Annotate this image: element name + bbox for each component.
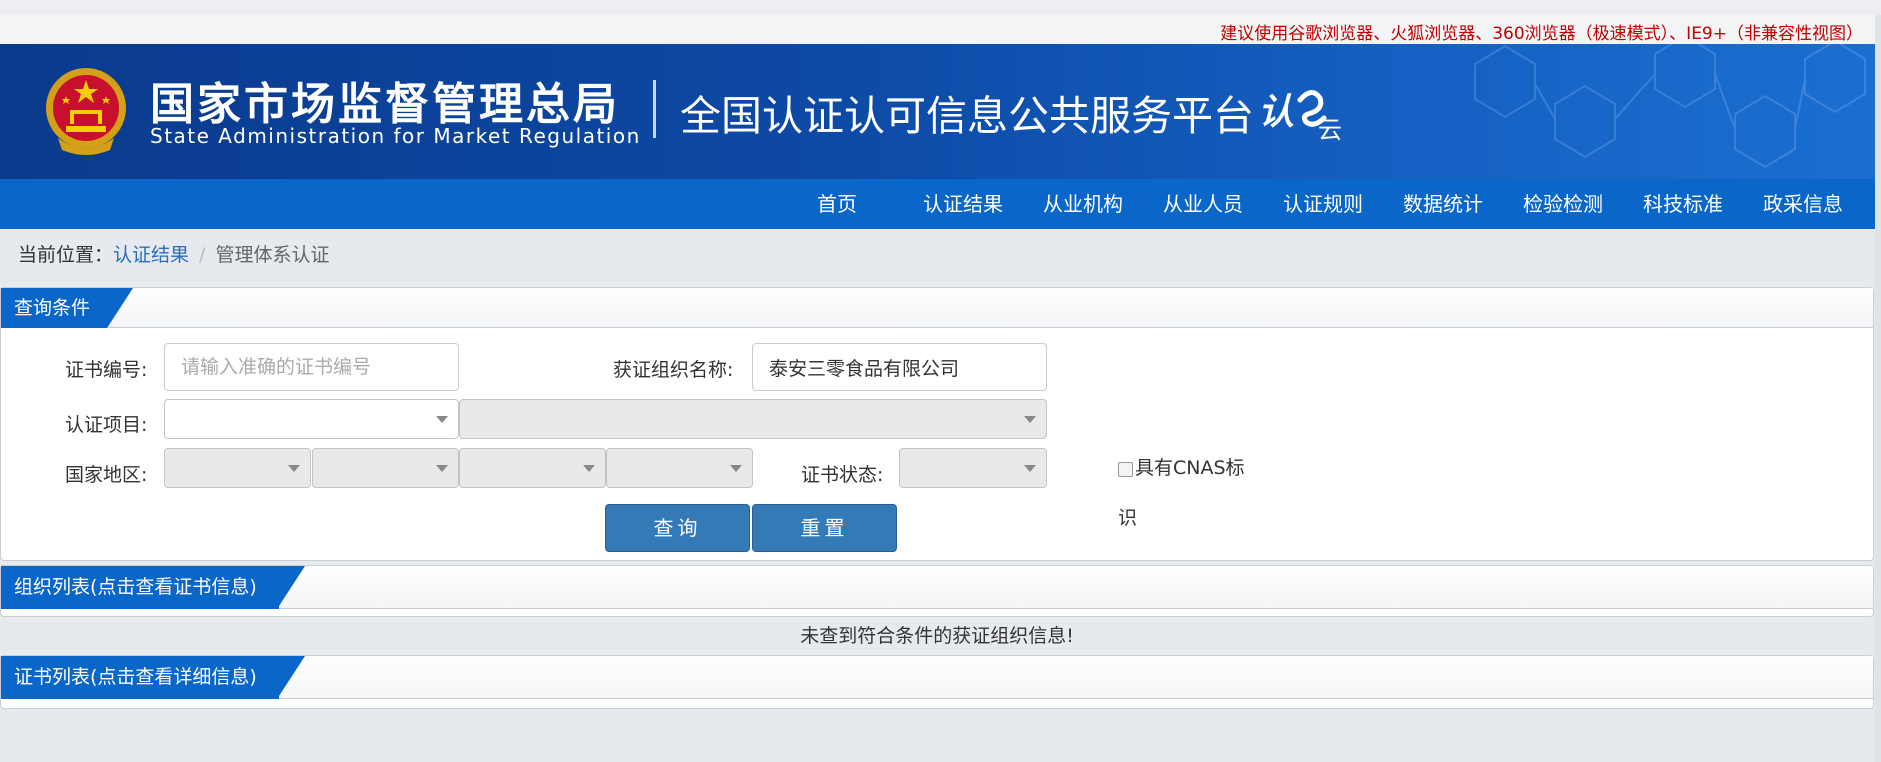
org-list-panel: 组织列表(点击查看证书信息) <box>0 565 1874 617</box>
breadcrumb: 当前位置：认证结果 / 管理体系认证 <box>18 240 329 267</box>
region-country-select[interactable] <box>164 448 311 488</box>
status-select[interactable] <box>899 448 1047 488</box>
nav-cert-results[interactable]: 认证结果 <box>903 179 1023 229</box>
cert-no-input[interactable] <box>164 343 459 391</box>
platform-title: 全国认证认可信息公共服务平台 <box>680 92 1254 140</box>
cert-list-header: 证书列表(点击查看详细信息) <box>1 656 1873 699</box>
main-nav: 首页 认证结果 从业机构 从业人员 认证规则 数据统计 检验检测 科技标准 政采… <box>0 179 1875 229</box>
chevron-down-icon <box>288 465 300 472</box>
nav-statistics[interactable]: 数据统计 <box>1383 179 1503 229</box>
region-label: 国家地区: <box>65 464 148 486</box>
org-name-chinese: 国家市场监督管理总局 <box>150 79 620 130</box>
chevron-down-icon <box>1024 416 1036 423</box>
top-strip <box>0 0 1881 15</box>
nav-personnel[interactable]: 从业人员 <box>1143 179 1263 229</box>
renyiyun-logo-icon: 认 云 <box>1258 90 1342 142</box>
chevron-down-icon <box>730 465 742 472</box>
cert-list-panel: 证书列表(点击查看详细信息) <box>0 655 1874 709</box>
query-panel: 查询条件 证书编号: 获证组织名称: 认证项目: 国家地区: 证书状态: 具有C… <box>0 287 1874 561</box>
query-panel-title: 查询条件 <box>1 288 133 328</box>
org-name-english: State Administration for Market Regulati… <box>150 124 641 148</box>
chevron-down-icon <box>436 416 448 423</box>
org-list-header: 组织列表(点击查看证书信息) <box>1 566 1873 609</box>
page: 建议使用谷歌浏览器、火狐浏览器、360浏览器（极速模式）、IE9+（非兼容性视图… <box>0 0 1881 762</box>
chevron-down-icon <box>1024 465 1036 472</box>
project-select[interactable] <box>164 399 459 439</box>
chevron-down-icon <box>583 465 595 472</box>
hexagon-pattern-decoration <box>1474 44 1866 169</box>
svg-text:认: 认 <box>1258 92 1294 133</box>
nav-home[interactable]: 首页 <box>797 179 903 229</box>
org-name-input[interactable] <box>752 343 1047 391</box>
nav-inspection[interactable]: 检验检测 <box>1503 179 1623 229</box>
header-divider <box>653 80 656 138</box>
chevron-down-icon <box>436 465 448 472</box>
search-button[interactable]: 查询 <box>605 504 750 552</box>
nav-cert-rules[interactable]: 认证规则 <box>1263 179 1383 229</box>
region-city-select[interactable] <box>459 448 606 488</box>
reset-button[interactable]: 重置 <box>752 504 897 552</box>
browser-notice-bar: 建议使用谷歌浏览器、火狐浏览器、360浏览器（极速模式）、IE9+（非兼容性视图… <box>0 15 1875 44</box>
project-label: 认证项目: <box>65 414 148 436</box>
svg-text:云: 云 <box>1318 116 1342 142</box>
header-banner: 国家市场监督管理总局 State Administration for Mark… <box>0 44 1875 179</box>
region-province-select[interactable] <box>312 448 459 488</box>
browser-notice: 建议使用谷歌浏览器、火狐浏览器、360浏览器（极速模式）、IE9+（非兼容性视图… <box>1220 24 1863 44</box>
nav-standards[interactable]: 科技标准 <box>1623 179 1743 229</box>
breadcrumb-link-cert-results[interactable]: 认证结果 <box>113 244 189 266</box>
empty-result-message: 未查到符合条件的获证组织信息! <box>800 625 1074 647</box>
cnas-label: 具有CNAS标识 <box>1118 457 1245 529</box>
breadcrumb-separator: / <box>199 244 206 266</box>
nav-institutions[interactable]: 从业机构 <box>1023 179 1143 229</box>
org-name-label: 获证组织名称: <box>613 359 734 381</box>
query-panel-header: 查询条件 <box>1 288 1873 328</box>
region-district-select[interactable] <box>606 448 753 488</box>
project-subtype-select[interactable] <box>459 399 1047 439</box>
status-label: 证书状态: <box>801 464 884 486</box>
national-emblem-icon <box>46 68 126 155</box>
breadcrumb-current: 管理体系认证 <box>215 244 330 266</box>
nav-procurement[interactable]: 政采信息 <box>1743 179 1863 229</box>
cert-no-label: 证书编号: <box>65 359 148 381</box>
org-list-title: 组织列表(点击查看证书信息) <box>1 566 305 609</box>
cert-list-title: 证书列表(点击查看详细信息) <box>1 656 305 699</box>
breadcrumb-label: 当前位置： <box>18 244 114 266</box>
scrollbar-track[interactable] <box>1875 15 1881 762</box>
